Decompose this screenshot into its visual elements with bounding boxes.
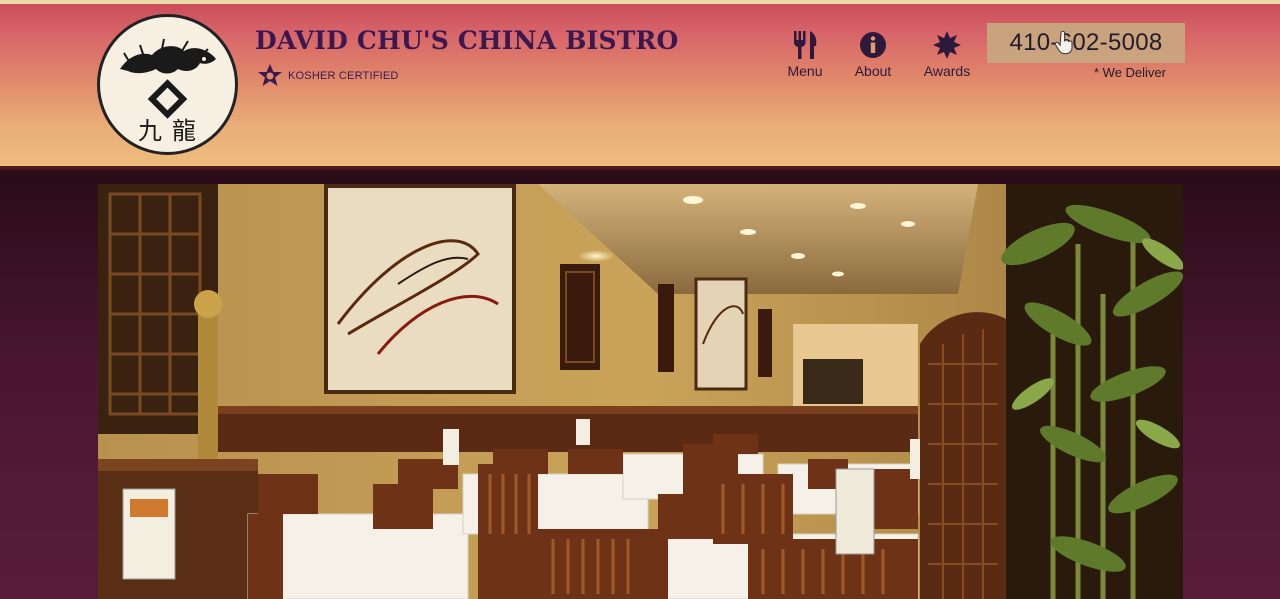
phone-number: 410-602-5008 — [1009, 29, 1163, 56]
nav-about-label: About — [854, 63, 892, 79]
nav-menu-label: Menu — [787, 63, 823, 79]
kosher-label: KOSHER CERTIFIED — [288, 70, 399, 82]
nav-awards[interactable]: Awards — [912, 30, 982, 79]
dining-room-photo — [98, 184, 1183, 599]
star-of-david-icon — [258, 64, 282, 86]
svg-text:龍: 龍 — [172, 117, 196, 145]
restaurant-name[interactable]: DAVID CHU'S CHINA BISTRO — [255, 26, 678, 55]
nav-awards-label: Awards — [923, 63, 971, 79]
award-badge-icon — [933, 31, 961, 59]
restaurant-logo[interactable]: 九 龍 — [97, 14, 238, 155]
nav-about[interactable]: About — [838, 30, 908, 79]
fork-knife-icon — [794, 31, 817, 59]
info-icon — [860, 32, 886, 58]
kosher-badge: KOSHER CERTIFIED — [256, 62, 399, 90]
delivery-note: * We Deliver — [1093, 65, 1166, 80]
nav-menu[interactable]: Menu — [770, 30, 840, 79]
site-header: 九 龍 DAVID CHU'S CHINA BISTRO KOSHER CERT… — [0, 0, 1280, 172]
dragon-emblem-icon: 九 龍 — [120, 38, 216, 145]
logo-characters: 九 — [138, 117, 162, 145]
restaurant-interior-image — [98, 184, 1183, 599]
hand-cursor-icon — [1055, 31, 1073, 55]
phone-number-button[interactable]: 410-602-5008 — [987, 23, 1185, 63]
